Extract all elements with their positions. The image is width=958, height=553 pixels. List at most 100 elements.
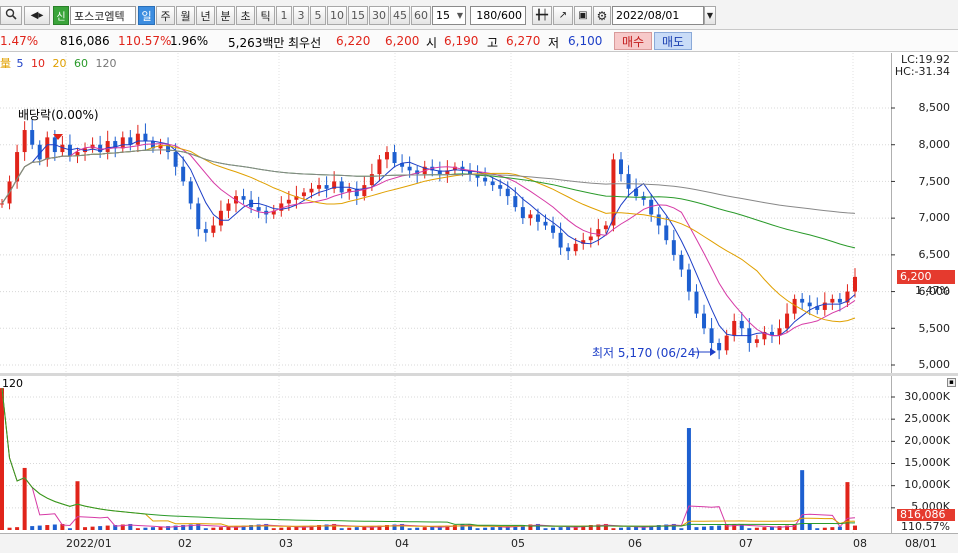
volume-ma-5-line [1, 388, 856, 528]
volume-bar [37, 525, 42, 530]
dividend-annotation: 배당락(0.00%) [18, 108, 99, 122]
volume-bar [105, 525, 110, 530]
ma-10-line [1, 143, 856, 337]
candle-body [739, 320, 744, 329]
candle-body [498, 185, 503, 189]
volume-bar [551, 527, 556, 530]
candle-body [732, 320, 737, 336]
candle-body [520, 207, 525, 219]
candle-body [596, 229, 601, 237]
volume-bar [679, 528, 684, 530]
candle-body [830, 298, 835, 303]
candle-body [656, 214, 661, 226]
candle-body [588, 236, 593, 241]
candle-body [173, 152, 178, 167]
date-label-current: 08/01 [905, 537, 937, 550]
stock-chart-window: ◀▸ 신 포스코엠텍 일 주 월 년 분 초 틱 1 3 5 10 15 30 … [0, 0, 958, 553]
candle-body [226, 203, 231, 211]
candle-body [369, 174, 374, 186]
volume-bar [0, 388, 4, 530]
volume-bar [483, 527, 488, 530]
candle-body [286, 199, 291, 204]
volume-bar [211, 527, 216, 530]
candle-body [807, 302, 812, 307]
volume-bar [694, 527, 699, 530]
volume-bar [83, 527, 88, 530]
volume-bar [15, 527, 20, 530]
chart-canvas [0, 53, 895, 533]
ma-60-line [1, 149, 856, 249]
volume-bar [717, 525, 722, 530]
candle-body [702, 313, 707, 329]
date-label-07: 07 [739, 537, 753, 550]
volume-ma-20-line [1, 388, 855, 527]
volume-bar [90, 526, 95, 530]
candle-body [203, 229, 208, 233]
volume-bar [354, 527, 359, 530]
volume-bar [203, 528, 208, 530]
candle-body [603, 225, 608, 230]
candle-body [528, 214, 533, 219]
volume-bar [67, 528, 72, 530]
candle-body [505, 188, 510, 197]
volume-bar [475, 528, 480, 530]
volume-bar [135, 528, 140, 530]
candle-body [22, 130, 27, 153]
volume-bar [747, 528, 752, 530]
volume-ma-60-line [1, 388, 855, 527]
volume-bar [800, 470, 805, 530]
date-label-05: 05 [511, 537, 525, 550]
ma-5-line [1, 140, 856, 337]
low-annotation: 최저 5,170 (06/24) [592, 346, 701, 360]
volume-bar [271, 528, 276, 530]
volume-bar [347, 527, 352, 530]
candle-body [30, 130, 35, 145]
candle-body [724, 335, 729, 351]
candle-body [45, 137, 50, 160]
candle-body [664, 225, 669, 241]
volume-bar [490, 527, 495, 530]
date-label-2022-01: 2022/01 [66, 537, 112, 550]
candle-body [853, 276, 857, 292]
candle-body [241, 196, 246, 200]
volume-bar [218, 527, 223, 530]
volume-bar [98, 526, 103, 530]
candle-body [671, 240, 676, 255]
candle-body [211, 225, 216, 233]
volume-bar [415, 527, 420, 530]
volume-bar [30, 526, 35, 530]
candle-body [679, 254, 684, 270]
candle-body [686, 269, 691, 292]
candle-body [143, 133, 148, 142]
candle-body [256, 207, 261, 211]
candle-body [626, 174, 631, 189]
date-axis: 2022/01 02 03 04 05 06 07 08 08/01 [0, 533, 958, 553]
volume-bar [702, 526, 707, 530]
candle-body [324, 185, 329, 189]
date-label-03: 03 [279, 537, 293, 550]
candle-body [188, 181, 193, 204]
candle-body [837, 298, 842, 303]
volume-bar [815, 528, 820, 530]
date-label-02: 02 [178, 537, 192, 550]
volume-bar [686, 428, 691, 530]
candle-body [785, 313, 790, 329]
candle-body [551, 225, 556, 233]
candle-body [754, 339, 759, 343]
candle-body [309, 188, 314, 193]
volume-bar [422, 527, 427, 530]
candle-body [717, 342, 722, 351]
volume-bar [709, 526, 714, 530]
volume-bar [143, 527, 148, 530]
date-label-04: 04 [395, 537, 409, 550]
candle-body [301, 192, 306, 197]
candle-body [566, 247, 571, 252]
volume-bar [7, 527, 12, 530]
candle-body [317, 185, 322, 189]
candle-body [483, 177, 488, 182]
candle-body [196, 203, 201, 230]
volume-bar [150, 527, 155, 530]
volume-bar [822, 527, 827, 530]
volume-bar [618, 527, 623, 530]
volume-bar [45, 525, 50, 530]
